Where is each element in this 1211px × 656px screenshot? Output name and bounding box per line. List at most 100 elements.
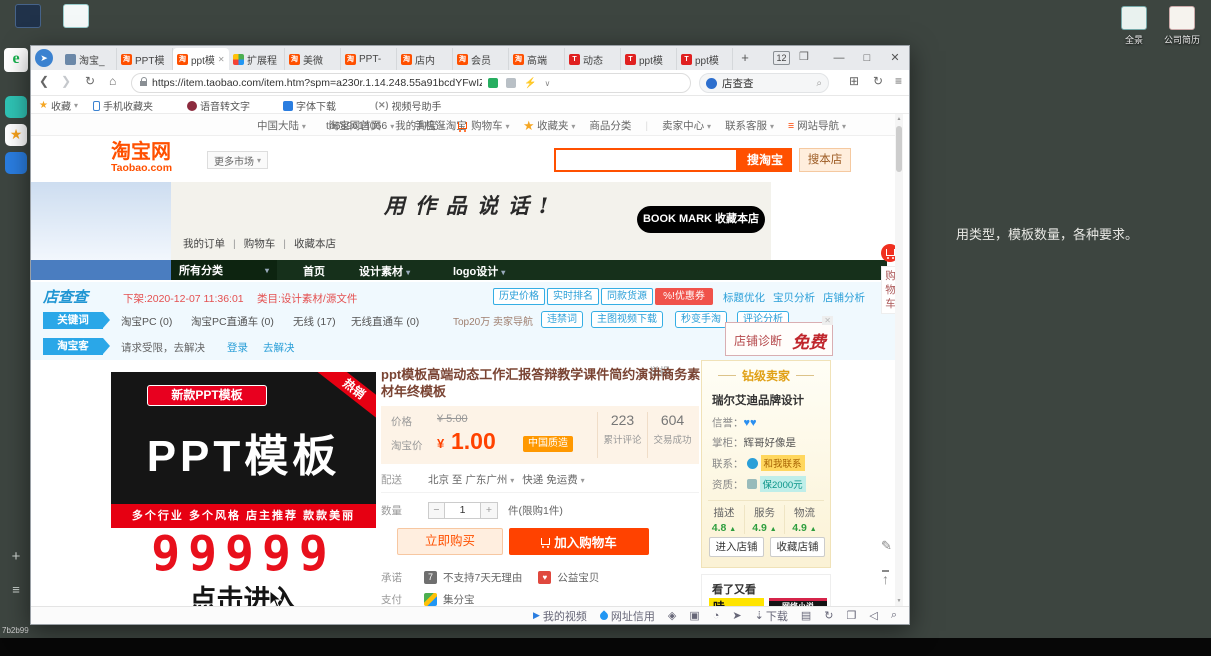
my-taobao-menu[interactable]: 我的淘宝 ▾ (395, 118, 444, 133)
search-icon[interactable]: ⌕ (816, 78, 822, 89)
print-icon[interactable]: ▤ (801, 609, 811, 622)
undo-icon[interactable]: ↻ (873, 74, 883, 88)
banner-my-orders-link[interactable]: 我的订单 (183, 236, 225, 251)
site-nav-menu[interactable]: ≡ 网站导航 ▾ (788, 118, 846, 133)
address-bar[interactable]: https://item.taobao.com/item.htm?spm=a23… (131, 73, 691, 93)
close-icon[interactable]: ✕ (822, 316, 833, 325)
maximize-button[interactable]: □ (853, 46, 881, 70)
promo-badge[interactable]: 中国质造 (523, 436, 573, 452)
refresh-icon[interactable]: ↻ (824, 609, 833, 622)
product-image[interactable]: 新款PPT模板 热销 PPT模板 多个行业 多个风格 店主推荐 款款美丽 (111, 372, 376, 528)
dock-add-icon[interactable]: + (8, 548, 24, 564)
mute-icon[interactable]: ◁ (869, 609, 877, 622)
favorites-menu[interactable]: ★ 收藏夹 ▾ (524, 118, 576, 133)
taobao-home-link[interactable]: 淘宝网首页 (329, 118, 382, 133)
shop-name[interactable]: 瑞尔艾迪品牌设计 (712, 392, 830, 408)
bookmark-2[interactable]: 语音转文字 (187, 98, 250, 113)
screenshot-icon[interactable]: ▣ (689, 609, 699, 622)
chevron-down-icon[interactable]: ∨ (544, 79, 550, 88)
window-mode-icon[interactable]: ❐ (846, 609, 856, 622)
desktop-icon-3[interactable]: 全景 (1112, 6, 1156, 46)
shopnav-home[interactable]: 首页 (303, 263, 325, 279)
taoke-tab[interactable]: 淘宝客 (43, 338, 103, 355)
shop-diagnosis-box[interactable]: 店铺诊断 免费 ✕ (725, 322, 833, 356)
tab-9[interactable]: 淘高端 (509, 48, 565, 70)
qty-plus-button[interactable]: + (481, 502, 498, 519)
tab-4[interactable]: 扩展程 (229, 48, 285, 70)
categories-link[interactable]: 商品分类 (589, 118, 631, 133)
all-categories-menu[interactable]: 所有分类▾ (171, 260, 277, 280)
kw-pc[interactable]: 淘宝PC (0) (121, 314, 172, 329)
desktop-icon-2[interactable] (56, 4, 96, 28)
realtime-rank-button[interactable]: 实时排名 (547, 288, 599, 305)
item-analysis-link[interactable]: 宝贝分析 (773, 290, 815, 305)
tab-11[interactable]: Tppt模 (621, 48, 677, 70)
tab-12[interactable]: Tppt模 (677, 48, 733, 70)
security-icon[interactable]: ◈ (668, 609, 676, 622)
title-optimize-link[interactable]: 标题优化 (723, 290, 765, 305)
tab-5[interactable]: 淘美微 (285, 48, 341, 70)
wangwang-icon[interactable] (747, 458, 758, 469)
shopnav-material[interactable]: 设计素材 ▾ (359, 263, 410, 279)
bookmark-4[interactable]: (✕) 视频号助手 (375, 98, 442, 113)
buy-now-button[interactable]: 立即购买 (397, 528, 503, 555)
bookmark-1[interactable]: 手机收藏夹 (93, 98, 153, 113)
forward-icon[interactable]: ❯ (61, 74, 71, 88)
stat-reviews[interactable]: 223 累计评论 (597, 412, 647, 458)
search-shop-button[interactable]: 搜本店 (799, 148, 851, 172)
desktop-icon-1[interactable] (8, 4, 48, 28)
scrollbar[interactable]: ▲ ▼ (895, 114, 903, 606)
find-icon[interactable]: ⌕ (891, 609, 897, 622)
tab-6[interactable]: 淘PPT- (341, 48, 397, 70)
top20-seller-nav[interactable]: Top20万 卖家导航 (453, 313, 533, 328)
favorite-shop-button[interactable]: 收藏店铺 (770, 537, 825, 557)
site-credit-button[interactable]: 网址信用 (600, 608, 655, 624)
also-viewed-thumb-2[interactable]: 网络小说 10万本 (769, 598, 827, 606)
kw-wireless[interactable]: 无线 (17) (293, 314, 336, 329)
history-icon[interactable]: ◔ (713, 610, 720, 622)
contact-service-menu[interactable]: 联系客服 ▾ (725, 118, 774, 133)
browser-search-box[interactable]: 店查查 ⌕ (699, 73, 829, 93)
region-select[interactable]: 中国大陆 ▾ (257, 118, 306, 133)
mobile-preview-button[interactable]: 秒变手淘 (675, 311, 727, 328)
pages-icon[interactable]: ❒ (799, 50, 809, 63)
banner-cart-link[interactable]: 购物车 (244, 236, 276, 251)
taobao-search-input[interactable] (554, 148, 738, 172)
home-icon[interactable]: ⌂ (109, 74, 116, 88)
close-button[interactable]: ✕ (881, 46, 909, 70)
solve-link[interactable]: 去解决 (263, 340, 295, 355)
shopnav-logo[interactable]: logo设计 ▾ (453, 263, 505, 279)
feedback-pencil-icon[interactable]: ✎ (881, 538, 892, 554)
enter-shop-button[interactable]: 进入店铺 (709, 537, 764, 557)
dianchacha-logo[interactable]: 店查查 (43, 286, 88, 307)
taskbar[interactable] (0, 638, 1211, 656)
kw-pc-ztc[interactable]: 淘宝PC直通车 (0) (191, 314, 274, 329)
bolt-icon[interactable]: ⚡ (524, 78, 536, 89)
search-taobao-button[interactable]: 搜淘宝 (738, 148, 792, 172)
dock-app-icon[interactable] (5, 152, 27, 174)
bookmark-fav[interactable]: ★ 收藏 ▾ (39, 98, 78, 113)
kw-wireless-ztc[interactable]: 无线直通车 (0) (351, 314, 419, 329)
dock-collect-icon[interactable] (5, 96, 27, 118)
tab-3-active[interactable]: 淘ppt模✕ (173, 48, 229, 70)
dock-star-icon[interactable]: ★ (5, 124, 27, 146)
search-value[interactable]: 店查查 (722, 76, 816, 91)
scrollbar-thumb[interactable] (896, 126, 902, 172)
banned-words-button[interactable]: 违禁词 (541, 311, 583, 328)
qty-value[interactable]: 1 (445, 502, 481, 519)
close-tab-icon[interactable]: ✕ (218, 55, 225, 64)
boost-icon[interactable]: ➤ (732, 609, 741, 622)
scroll-up-arrow[interactable]: ▲ (895, 114, 903, 124)
tab-7[interactable]: 淘店内 (397, 48, 453, 70)
more-markets-dropdown[interactable]: 更多市场▾ (207, 151, 268, 169)
reload-icon[interactable]: ↻ (85, 74, 95, 88)
delivery-route-select[interactable]: 北京 至 广东广州 ▾ (428, 472, 514, 487)
add-to-cart-button[interactable]: 加入购物车 (509, 528, 649, 555)
split-screen-icon[interactable]: ⊞ (849, 74, 859, 88)
extension-green-icon[interactable] (488, 78, 498, 88)
tab-8[interactable]: 淘会员 (453, 48, 509, 70)
tab-count-badge[interactable]: 12 (773, 51, 790, 65)
shop-banner[interactable]: 用作品说话! 我的订单 | 购物车 | 收藏本店 BOOK MARK 收藏本店 (171, 182, 771, 260)
minimize-button[interactable]: — (825, 46, 853, 70)
back-to-top-icon[interactable]: ↑ (882, 570, 889, 586)
